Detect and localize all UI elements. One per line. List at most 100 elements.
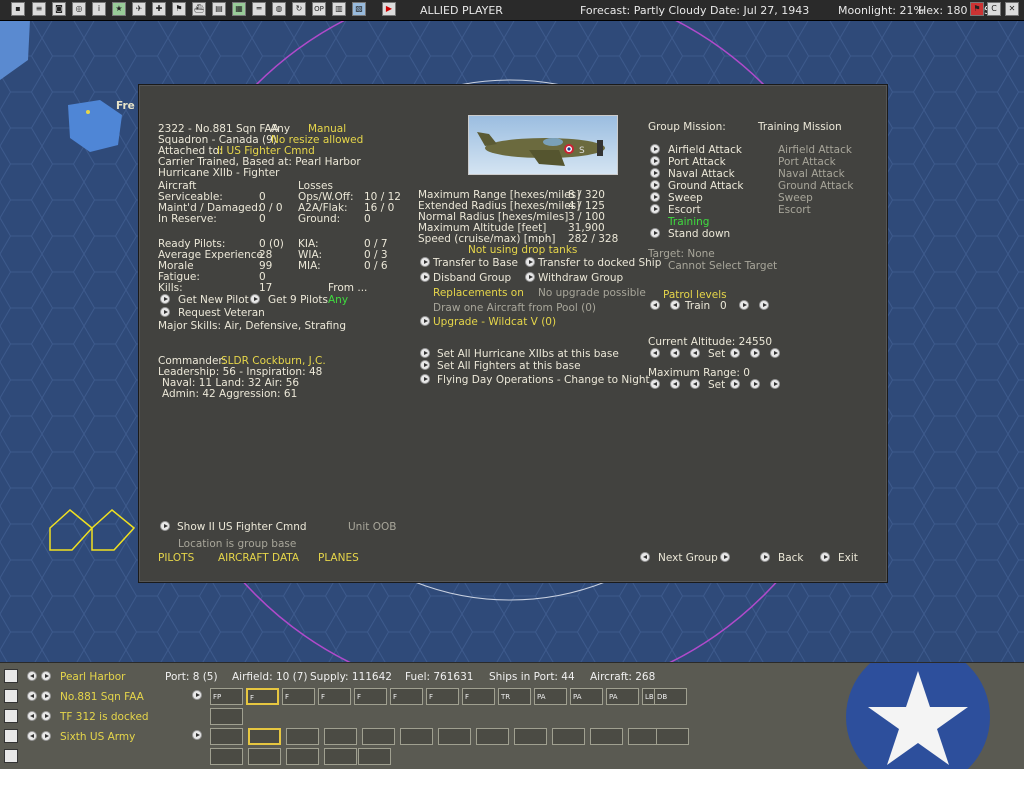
mission-escort[interactable]: Escort <box>668 204 701 216</box>
mission-sweep-icon[interactable] <box>650 192 660 202</box>
mission-stand-down-icon[interactable] <box>650 228 660 238</box>
prev-group-button[interactable] <box>640 552 650 562</box>
altitude-decrease-med-button[interactable] <box>670 348 680 358</box>
air-unit-slot[interactable]: PA <box>534 688 567 705</box>
next-army-button[interactable] <box>41 731 51 741</box>
land-unit-slot[interactable] <box>400 728 433 745</box>
training-naval-attack[interactable]: Naval Attack <box>778 168 845 180</box>
army-label[interactable]: Sixth US Army <box>60 731 135 743</box>
training-airfield-attack[interactable]: Airfield Attack <box>778 144 852 156</box>
c-icon[interactable]: C <box>987 2 1001 16</box>
support-slot[interactable] <box>286 748 319 765</box>
tab-pilots[interactable]: PILOTS <box>158 552 194 564</box>
set-all-hurricane-button-icon[interactable] <box>420 348 430 358</box>
set-all-fighters-button-icon[interactable] <box>420 360 430 370</box>
support-slot[interactable] <box>210 748 243 765</box>
anchor-icon[interactable] <box>4 669 18 683</box>
training-ground-attack[interactable]: Ground Attack <box>778 180 853 192</box>
squadron-name[interactable]: No.881 Sqn FAA <box>60 691 144 703</box>
op-icon[interactable]: OP <box>312 2 326 16</box>
air-unit-slot[interactable]: F <box>282 688 315 705</box>
train-increase-button[interactable] <box>739 300 749 310</box>
air-unit-slot[interactable]: PA <box>606 688 639 705</box>
mission-escort-icon[interactable] <box>650 204 660 214</box>
flag-small-icon[interactable]: ⚑ <box>970 2 984 16</box>
sheet-icon[interactable]: ▧ <box>352 2 366 16</box>
flag-icon[interactable]: ⚑ <box>172 2 186 16</box>
next-group-label[interactable]: Next Group <box>658 552 718 564</box>
range-increase-button[interactable] <box>730 379 740 389</box>
train-decrease-10-button[interactable] <box>650 300 660 310</box>
base-name[interactable]: Pearl Harbor <box>60 671 125 683</box>
withdraw-button-icon[interactable] <box>525 272 535 282</box>
mission-sweep[interactable]: Sweep <box>668 192 703 204</box>
disband-button[interactable]: Disband Group <box>433 272 511 284</box>
flying-day-button[interactable]: Flying Day Operations - Change to Night <box>437 374 650 386</box>
support-slot[interactable] <box>324 748 357 765</box>
air-unit-slot[interactable]: FP <box>210 688 243 705</box>
next-squadron-button[interactable] <box>41 691 51 701</box>
get-9-pilots-button-icon[interactable] <box>250 294 260 304</box>
ship-list-icon[interactable] <box>4 709 18 723</box>
flying-day-button-icon[interactable] <box>420 374 430 384</box>
next-group-button[interactable] <box>720 552 730 562</box>
plane-icon[interactable]: ✈ <box>132 2 146 16</box>
air-slots-scroll-button[interactable] <box>192 690 202 700</box>
inventory-icon[interactable] <box>4 749 18 763</box>
pilot-source-value[interactable]: Any <box>328 294 348 306</box>
air-unit-slot[interactable]: DB <box>654 688 687 705</box>
altitude-decrease-big-button[interactable] <box>650 348 660 358</box>
flag-list-icon[interactable] <box>4 729 18 743</box>
close-icon[interactable]: ✕ <box>1005 2 1019 16</box>
prev-squadron-button[interactable] <box>27 691 37 701</box>
altitude-set-button[interactable]: Set <box>708 348 725 360</box>
training-sweep[interactable]: Sweep <box>778 192 813 204</box>
show-hq-button[interactable]: Show II US Fighter Cmnd <box>177 521 307 533</box>
replacements-toggle[interactable]: Replacements on <box>433 287 524 299</box>
doc-icon[interactable]: ≡ <box>32 2 46 16</box>
plane-list-icon[interactable] <box>4 689 18 703</box>
disband-button-icon[interactable] <box>420 272 430 282</box>
range-decrease-med-button[interactable] <box>670 379 680 389</box>
train-increase-10-button[interactable] <box>759 300 769 310</box>
mission-naval-attack[interactable]: Naval Attack <box>668 168 735 180</box>
set-all-hurricane-button[interactable]: Set All Hurricane XIIbs at this base <box>437 348 619 360</box>
air-unit-slot[interactable]: PA <box>570 688 603 705</box>
info-icon[interactable]: i <box>92 2 106 16</box>
land-unit-slot[interactable] <box>656 728 689 745</box>
training-port-attack[interactable]: Port Attack <box>778 156 836 168</box>
task-force-label[interactable]: TF 312 is docked <box>60 711 149 723</box>
land-unit-slot[interactable] <box>248 728 281 745</box>
air-unit-slot[interactable]: F <box>390 688 423 705</box>
range-increase-med-button[interactable] <box>750 379 760 389</box>
mission-port-attack-icon[interactable] <box>650 156 660 166</box>
prev-tf-button[interactable] <box>27 711 37 721</box>
support-slot[interactable] <box>248 748 281 765</box>
train-decrease-button[interactable] <box>670 300 680 310</box>
mission-port-attack[interactable]: Port Attack <box>668 156 726 168</box>
mission-stand-down[interactable]: Stand down <box>668 228 730 240</box>
land-slots-scroll-button[interactable] <box>192 730 202 740</box>
training-escort[interactable]: Escort <box>778 204 811 216</box>
globe-icon[interactable]: ◍ <box>272 2 286 16</box>
drop-tanks-toggle[interactable]: Not using drop tanks <box>468 244 577 256</box>
ship-icon[interactable]: ⛴ <box>192 2 206 16</box>
chart-icon[interactable]: ▦ <box>232 2 246 16</box>
prev-army-button[interactable] <box>27 731 37 741</box>
air-unit-slot[interactable]: F <box>246 688 279 705</box>
land-unit-slot[interactable] <box>286 728 319 745</box>
unit-oob-button[interactable]: Unit OOB <box>348 521 396 533</box>
road-icon[interactable]: ═ <box>252 2 266 16</box>
range-decrease-big-button[interactable] <box>650 379 660 389</box>
air-unit-slot[interactable]: F <box>426 688 459 705</box>
air-unit-slot[interactable]: TR <box>498 688 531 705</box>
air-unit-slot[interactable]: F <box>318 688 351 705</box>
mission-ground-attack-icon[interactable] <box>650 180 660 190</box>
mission-airfield-attack[interactable]: Airfield Attack <box>668 144 742 156</box>
air-unit-slot[interactable]: F <box>462 688 495 705</box>
range-increase-big-button[interactable] <box>770 379 780 389</box>
mission-airfield-attack-icon[interactable] <box>650 144 660 154</box>
draw-aircraft-button[interactable]: Draw one Aircraft from Pool (0) <box>433 302 596 314</box>
range-set-button[interactable]: Set <box>708 379 725 391</box>
withdraw-button[interactable]: Withdraw Group <box>538 272 623 284</box>
